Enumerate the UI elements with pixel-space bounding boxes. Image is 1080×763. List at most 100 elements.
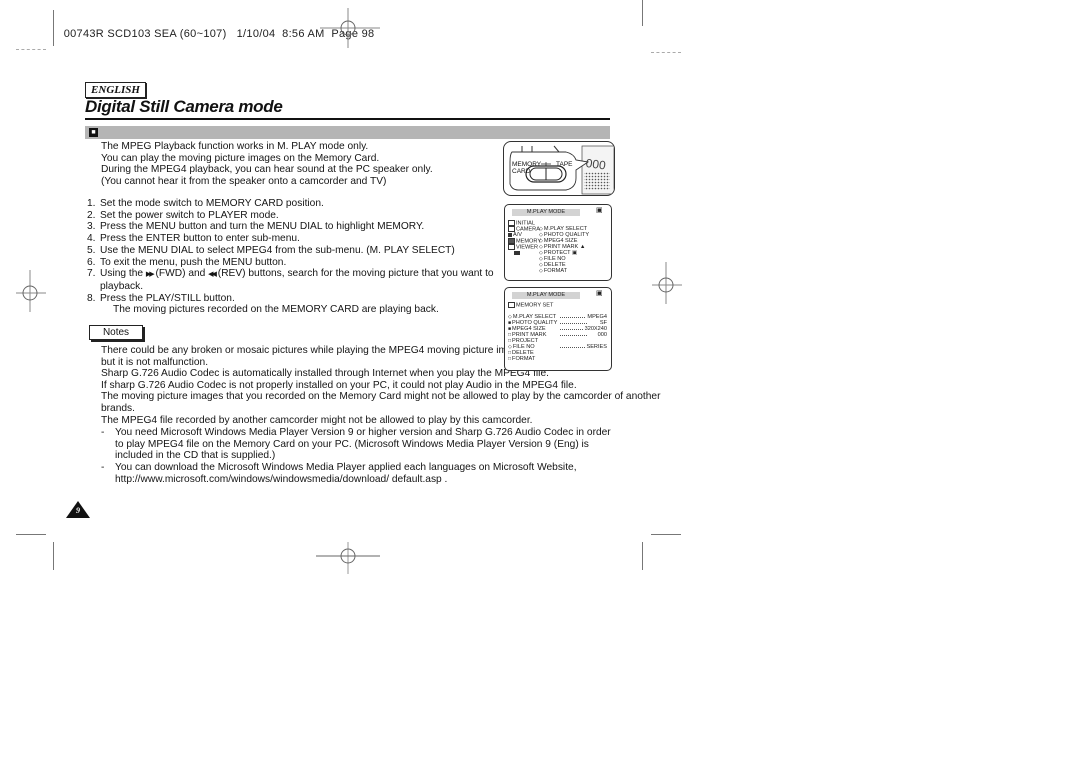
setting-icon: □ xyxy=(508,356,512,362)
submenu-label: FORMAT xyxy=(543,268,568,274)
step-number: 5. xyxy=(87,244,96,256)
dash-text: You need Microsoft Windows Media Player … xyxy=(115,427,611,462)
step-number: 7. xyxy=(87,268,96,280)
step-item: 2. Set the power switch to PLAYER mode. xyxy=(87,210,494,222)
registration-mark-bottom xyxy=(316,542,380,574)
notes-text: Sharp G.726 Audio Codec is automatically… xyxy=(101,368,660,427)
screen-header: M.PLAY MODE xyxy=(512,209,580,216)
memory-label: MEMORY xyxy=(512,161,542,168)
step-item: 6. To exit the menu, push the MENU button… xyxy=(87,257,494,269)
registration-mark-top xyxy=(320,8,380,48)
step-subtext: The moving pictures recorded on the MEMO… xyxy=(113,304,439,316)
step-item: 1. Set the mode switch to MEMORY CARD pos… xyxy=(87,198,494,210)
print-job-id: 00743R SCD103 SEA (60~107) xyxy=(63,28,227,40)
intro-line: You can play the moving picture images o… xyxy=(101,152,380,164)
section-text: MEMORY SET xyxy=(516,302,554,309)
crop-mark xyxy=(651,52,681,54)
intro-line: The MPEG Playback function works in M. P… xyxy=(101,141,369,152)
step-item: 7. Using the ▶▶ (FWD) and ◀◀ (REV) button… xyxy=(87,268,494,292)
step-text: Use the MENU DIAL to select MPEG4 from t… xyxy=(100,244,455,256)
step-text: Set the mode switch to MEMORY CARD posit… xyxy=(100,198,324,209)
av-icon xyxy=(508,232,512,237)
section-label: MEMORY SET xyxy=(508,302,553,309)
step-text: (REV) buttons, search for the moving pic… xyxy=(217,268,494,280)
step-text: (FWD) and xyxy=(155,268,206,280)
rewind-icon: ◀◀ xyxy=(208,271,217,279)
step-text: To exit the menu, push the MENU button. xyxy=(100,256,287,268)
download-link[interactable]: http://www.microsoft.com/windows/windows… xyxy=(115,474,447,485)
step-item: 5. Use the MENU DIAL to select MPEG4 from… xyxy=(87,245,494,257)
dash-item: - You need Microsoft Windows Media Player… xyxy=(101,427,611,462)
submenu-item: ◇FORMAT xyxy=(539,268,567,275)
step-number: 8. xyxy=(87,292,96,304)
leader-dots xyxy=(560,317,587,318)
menu-item-viewer: VIEWER xyxy=(508,244,538,251)
dash-text: You can download the Microsoft Windows M… xyxy=(115,462,577,474)
notes-text: There could be any broken or mosaic pict… xyxy=(101,345,532,368)
notes-label: Notes xyxy=(89,325,143,340)
step-text: Press the ENTER button to enter sub-menu… xyxy=(100,233,300,245)
crop-mark xyxy=(53,542,54,570)
leader-dots xyxy=(560,347,587,348)
step-text: Press the PLAY/STILL button. xyxy=(100,292,235,304)
enter-icon xyxy=(514,250,521,257)
setting-row: □FORMAT xyxy=(508,356,607,363)
menu-screen-2: M.PLAY MODE ▣ MEMORY SET ◇M.PLAY SELECT M… xyxy=(504,287,612,371)
note-line: If sharp G.726 Audio Codec is not proper… xyxy=(101,379,577,391)
card-label: CARD xyxy=(512,168,531,175)
intro-line: (You cannot hear it from the speaker ont… xyxy=(101,176,387,188)
step-text: Press the MENU button and turn the MENU … xyxy=(100,221,425,233)
step-number: 2. xyxy=(87,209,96,221)
intro-line: During the MPEG4 playback, you can hear … xyxy=(101,164,433,176)
step-number: 4. xyxy=(87,233,96,245)
note-line: There could be any broken or mosaic pict… xyxy=(101,345,532,356)
svg-text:000: 000 xyxy=(585,156,607,173)
section-bar xyxy=(85,126,610,139)
step-text: Set the power switch to PLAYER mode. xyxy=(100,209,279,221)
step-number: 6. xyxy=(87,256,96,268)
notes-dash-list: - You need Microsoft Windows Media Player… xyxy=(101,427,611,486)
crop-mark xyxy=(16,49,46,51)
leader-dots xyxy=(560,335,587,336)
option-icon: ◇ xyxy=(539,268,543,274)
enter-badge-icon xyxy=(514,250,520,255)
crop-mark xyxy=(53,10,54,46)
crop-mark xyxy=(16,534,46,535)
mode-badge: ▣ xyxy=(596,207,603,214)
folder-icon xyxy=(508,302,515,308)
registration-mark-left xyxy=(16,270,46,312)
bullet: - xyxy=(101,427,105,438)
step-item: 4. Press the ENTER button to enter sub-me… xyxy=(87,233,494,245)
mode-switch-illustration: 000 MEMORY CARD TAPE xyxy=(503,141,615,196)
mode-badge: ▣ xyxy=(596,290,603,297)
tape-label: TAPE xyxy=(556,161,573,168)
steps-list: 1. Set the mode switch to MEMORY CARD pos… xyxy=(87,198,494,316)
note-line: The MPEG4 file recorded by another camco… xyxy=(101,414,533,426)
menu-screen-1: M.PLAY MODE ▣ INITIAL CAMERA A/V MEMORY … xyxy=(504,204,612,281)
step-item: 8. Press the PLAY/STILL button. The moving… xyxy=(87,293,494,316)
note-line: The moving picture images that you recor… xyxy=(101,391,661,403)
print-icon: ▲ xyxy=(579,244,586,250)
mpeg-playback-icon: ■ xyxy=(89,128,98,137)
crop-mark xyxy=(651,534,681,535)
setting-label: FORMAT xyxy=(512,356,536,362)
step-number: 3. xyxy=(87,221,96,233)
title-rule xyxy=(85,118,610,120)
registration-mark-right xyxy=(652,262,682,304)
dash-item: - You can download the Microsoft Windows … xyxy=(101,462,611,485)
step-number: 1. xyxy=(87,198,96,209)
crop-mark xyxy=(642,542,643,570)
screen-header: M.PLAY MODE xyxy=(512,292,580,299)
intro-text: The MPEG Playback function works in M. P… xyxy=(101,141,433,188)
note-line: but it is not malfunction. xyxy=(101,356,209,368)
step-item: 3. Press the MENU button and turn the MEN… xyxy=(87,221,494,233)
language-tab: ENGLISH xyxy=(85,82,146,98)
fast-forward-icon: ▶▶ xyxy=(145,271,155,279)
protect-icon: ▣ xyxy=(572,250,578,256)
crop-mark xyxy=(642,0,643,26)
note-line: brands. xyxy=(101,403,135,415)
page-number: 9 xyxy=(76,506,80,515)
bullet: - xyxy=(101,462,105,474)
print-date: 1/10/04 xyxy=(236,28,276,40)
page-title: Digital Still Camera mode xyxy=(85,97,283,116)
